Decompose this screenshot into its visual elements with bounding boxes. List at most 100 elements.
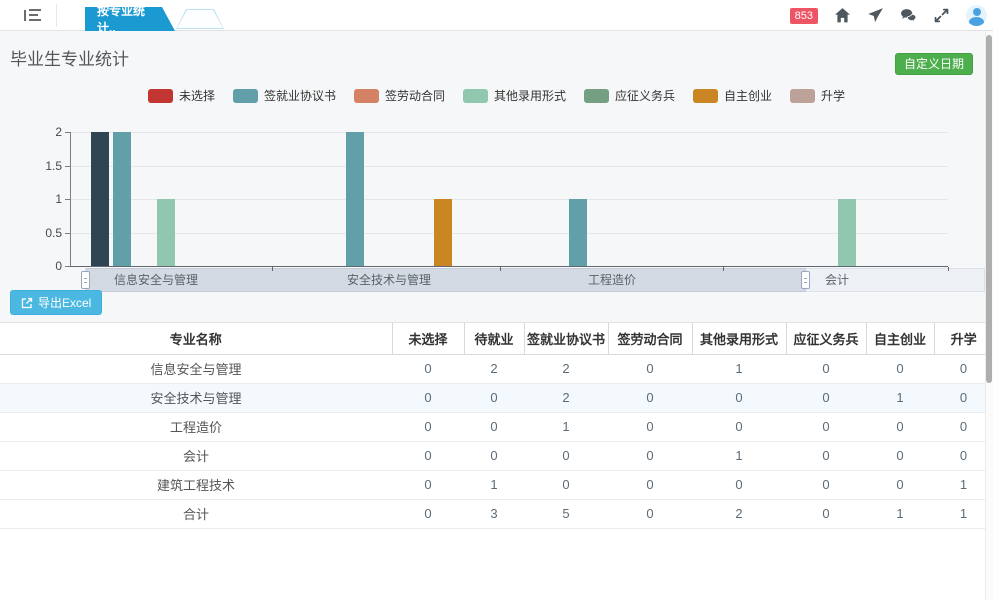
legend-item[interactable]: 签劳动合同 (354, 87, 445, 104)
value-cell: 1 (692, 354, 786, 383)
user-avatar[interactable] (966, 5, 987, 26)
major-name-cell: 信息安全与管理 (0, 354, 392, 383)
value-cell: 0 (392, 412, 464, 441)
page-title: 毕业生专业统计 (10, 45, 129, 70)
home-icon[interactable] (834, 7, 851, 24)
gridline (70, 233, 948, 234)
x-axis-label: 工程造价 (588, 269, 636, 292)
bar-签就业协议书[interactable] (569, 199, 587, 266)
column-header: 自主创业 (866, 323, 934, 354)
value-cell: 0 (392, 383, 464, 412)
table-row[interactable]: 安全技术与管理00200010 (0, 383, 993, 412)
column-header: 未选择 (392, 323, 464, 354)
legend-swatch (790, 89, 815, 103)
topbar-divider (56, 4, 57, 27)
value-cell: 0 (392, 470, 464, 499)
datazoom-slider[interactable]: 信息安全与管理 安全技术与管理 工程造价 会计 (85, 268, 985, 292)
statistics-table: 专业名称未选择待就业签就业协议书签劳动合同其他录用形式应征义务兵自主创业升学 信… (0, 323, 993, 529)
column-header: 专业名称 (0, 323, 392, 354)
x-axis-tick (272, 267, 273, 271)
legend-item[interactable]: 升学 (790, 87, 845, 104)
x-axis-label: 会计 (825, 269, 849, 292)
bar-签就业协议书[interactable] (346, 132, 364, 266)
y-axis-label: 1.5 (18, 159, 62, 173)
table-row[interactable]: 信息安全与管理02201000 (0, 354, 993, 383)
sidebar-toggle-icon[interactable] (24, 9, 42, 22)
major-name-cell: 安全技术与管理 (0, 383, 392, 412)
value-cell: 0 (786, 354, 866, 383)
table-header-row: 专业名称未选择待就业签就业协议书签劳动合同其他录用形式应征义务兵自主创业升学 (0, 323, 993, 354)
vertical-scrollbar-thumb[interactable] (986, 35, 992, 383)
legend-label: 其他录用形式 (494, 87, 566, 104)
send-icon[interactable] (867, 7, 884, 24)
vertical-scrollbar[interactable] (985, 31, 993, 600)
chart-legend: 未选择 签就业协议书 签劳动合同 其他录用形式 应征义务兵 自主创业 升学 (0, 87, 993, 104)
value-cell: 0 (464, 412, 524, 441)
x-axis-label: 信息安全与管理 (114, 269, 198, 292)
legend-swatch (354, 89, 379, 103)
x-axis-tick (500, 267, 501, 271)
value-cell: 5 (524, 499, 608, 528)
table-row[interactable]: 工程造价00100000 (0, 412, 993, 441)
value-cell: 0 (464, 441, 524, 470)
gridline (70, 166, 948, 167)
legend-item[interactable]: 自主创业 (693, 87, 772, 104)
bar-其他录用形式[interactable] (157, 199, 175, 266)
bar-其他录用形式[interactable] (838, 199, 856, 266)
value-cell: 0 (524, 470, 608, 499)
y-axis-label: 2 (18, 125, 62, 139)
expand-icon[interactable] (933, 7, 950, 24)
legend-item[interactable]: 签就业协议书 (233, 87, 336, 104)
export-excel-button[interactable]: 导出Excel (10, 290, 102, 315)
custom-date-button[interactable]: 自定义日期 (895, 53, 973, 75)
gridline (70, 199, 948, 200)
value-cell: 2 (464, 354, 524, 383)
value-cell: 1 (524, 412, 608, 441)
value-cell: 0 (608, 383, 692, 412)
major-name-cell: 合计 (0, 499, 392, 528)
table-row[interactable]: 建筑工程技术01000001 (0, 470, 993, 499)
x-axis-label: 安全技术与管理 (347, 269, 431, 292)
bar-待就业[interactable] (91, 132, 109, 266)
datazoom-handle-left[interactable] (81, 271, 90, 289)
y-axis-label: 0 (18, 259, 62, 273)
legend-label: 未选择 (179, 87, 215, 104)
datazoom-handle-right[interactable] (801, 271, 810, 289)
legend-label: 自主创业 (724, 87, 772, 104)
tab-close-icon[interactable]: × (169, 13, 175, 25)
chart-section: 毕业生专业统计 自定义日期 未选择 签就业协议书 签劳动合同 其他录用形式 应征义务兵 自… (0, 31, 993, 323)
tab-major-statistics[interactable]: 按专业统计.. × (85, 7, 175, 31)
new-tab-placeholder (176, 9, 224, 29)
export-excel-label: 导出Excel (38, 294, 91, 311)
value-cell: 0 (464, 383, 524, 412)
legend-item[interactable]: 应征义务兵 (584, 87, 675, 104)
bar-签就业协议书[interactable] (113, 132, 131, 266)
column-header: 签劳动合同 (608, 323, 692, 354)
column-header: 其他录用形式 (692, 323, 786, 354)
value-cell: 0 (524, 441, 608, 470)
value-cell: 0 (392, 441, 464, 470)
value-cell: 0 (608, 354, 692, 383)
value-cell: 0 (608, 412, 692, 441)
x-axis-tick (948, 267, 949, 271)
legend-swatch (693, 89, 718, 103)
value-cell: 0 (392, 354, 464, 383)
legend-item[interactable]: 未选择 (148, 87, 215, 104)
value-cell: 0 (786, 441, 866, 470)
column-header: 应征义务兵 (786, 323, 866, 354)
value-cell: 0 (786, 499, 866, 528)
legend-item[interactable]: 其他录用形式 (463, 87, 566, 104)
value-cell: 0 (692, 383, 786, 412)
value-cell: 0 (692, 470, 786, 499)
value-cell: 0 (786, 470, 866, 499)
value-cell: 2 (524, 354, 608, 383)
value-cell: 0 (866, 354, 934, 383)
table-row[interactable]: 会计00001000 (0, 441, 993, 470)
y-axis-label: 1 (18, 192, 62, 206)
value-cell: 0 (866, 441, 934, 470)
table-row[interactable]: 合计03502011 (0, 499, 993, 528)
chat-icon[interactable] (900, 7, 917, 24)
value-cell: 0 (608, 499, 692, 528)
bar-自主创业[interactable] (434, 199, 452, 266)
notification-badge[interactable]: 853 (790, 8, 818, 24)
